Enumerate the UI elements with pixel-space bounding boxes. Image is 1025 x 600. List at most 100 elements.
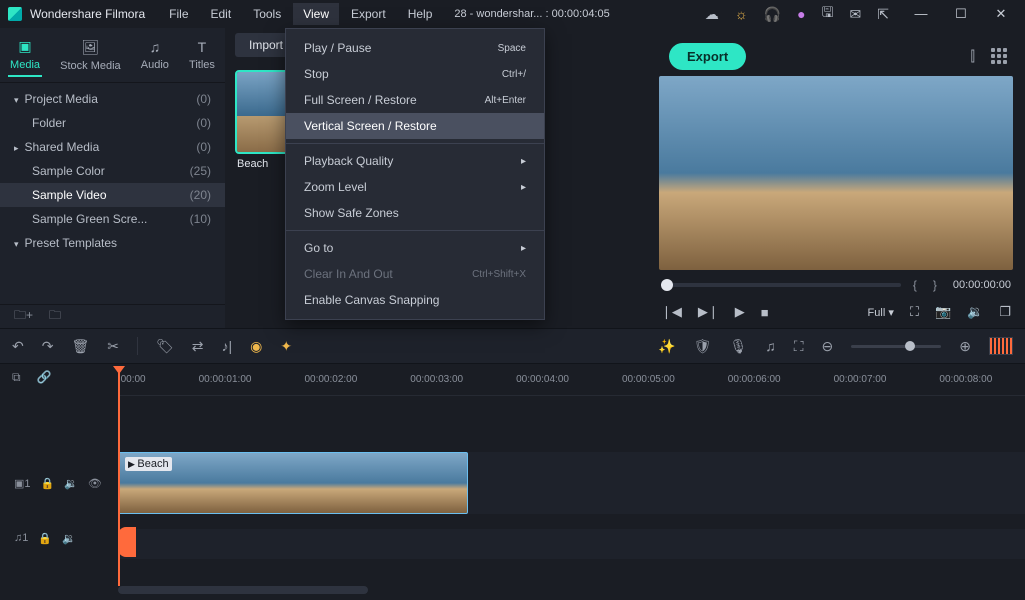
play-start-icon[interactable]: ▶❘	[698, 304, 719, 320]
grid-icon[interactable]	[991, 48, 1007, 64]
menu-item[interactable]: Vertical Screen / Restore	[286, 113, 544, 139]
redo-icon[interactable]: ↷	[42, 338, 54, 355]
ruler-a-icon[interactable]: ⧉	[12, 370, 21, 385]
menu-item[interactable]: Show Safe Zones	[286, 200, 544, 226]
zoom-in-icon[interactable]: ⊕	[959, 338, 971, 355]
preview-viewport[interactable]	[659, 76, 1013, 270]
cloud-icon[interactable]: ☁	[705, 6, 719, 23]
app-name: Wondershare Filmora	[30, 7, 145, 21]
minimize-button[interactable]: —	[905, 6, 937, 22]
video-track-body[interactable]: Beach	[118, 452, 1025, 514]
tree-row[interactable]: Sample Green Scre...(10)	[0, 207, 225, 231]
cut-icon[interactable]: ✂	[107, 338, 119, 355]
menu-item[interactable]: Play / PauseSpace	[286, 35, 544, 61]
filter-icon[interactable]: ⫿	[971, 48, 975, 65]
headset-icon[interactable]: 🎧	[764, 6, 781, 23]
timeline-toolbar: ↶ ↷ 🗑 ✂ 🏷 ⇄ ♪| ◉ ✦ ✨ 🛡 🎙 ♫ ⛶ ⊖ ⊕	[0, 328, 1025, 364]
fullscreen-icon[interactable]: ⛶	[910, 304, 919, 320]
share-icon[interactable]: ⇱	[877, 6, 889, 23]
menu-help[interactable]: Help	[398, 3, 443, 25]
music-icon[interactable]: ♫	[765, 338, 776, 354]
tag-icon[interactable]: 🏷	[156, 338, 174, 355]
quality-selector[interactable]: Full ▾	[868, 306, 894, 319]
eq-icon[interactable]: ♪|	[222, 338, 233, 354]
tree-row[interactable]: ▾Preset Templates	[0, 231, 225, 255]
menu-item[interactable]: Playback Quality▸	[286, 148, 544, 174]
stop-icon[interactable]: ■	[761, 305, 769, 320]
bracket-left[interactable]: {	[913, 278, 921, 292]
playhead[interactable]	[118, 366, 120, 586]
audio-marker[interactable]	[118, 527, 136, 557]
tree-row[interactable]: Sample Video(20)	[0, 183, 225, 207]
library-tabs: ▣Media 🖼Stock Media ♫Audio TTitles	[0, 28, 225, 83]
volume-icon[interactable]: 🔉	[62, 532, 76, 545]
volume-icon[interactable]: 🔉	[967, 304, 983, 320]
tab-audio[interactable]: ♫Audio	[139, 35, 171, 75]
menu-edit[interactable]: Edit	[201, 3, 242, 25]
maximize-button[interactable]: ☐	[945, 6, 977, 22]
bracket-right[interactable]: }	[933, 278, 941, 292]
tree-row[interactable]: Folder(0)	[0, 111, 225, 135]
delete-icon[interactable]: 🗑	[71, 338, 89, 355]
zoom-slider[interactable]	[851, 345, 941, 348]
audio-track-body[interactable]	[118, 529, 1025, 559]
export-button[interactable]: Export	[669, 43, 746, 70]
pip-icon[interactable]: ❐	[999, 304, 1011, 320]
menu-item[interactable]: Go to▸	[286, 235, 544, 261]
tab-titles[interactable]: TTitles	[187, 35, 217, 75]
avatar-icon[interactable]: ●	[797, 6, 805, 22]
play-icon[interactable]: ▶	[735, 304, 745, 320]
adjust-icon[interactable]: ⇄	[192, 338, 204, 355]
record-icon[interactable]: ◉	[250, 338, 262, 355]
new-folder-icon[interactable]: 🗀+	[14, 306, 33, 327]
timeline-scrollbar[interactable]	[118, 586, 368, 594]
music-icon: ♫	[150, 39, 161, 55]
save-icon[interactable]: 🖫	[822, 2, 834, 26]
menu-view[interactable]: View	[293, 3, 339, 25]
clip-label: Beach	[125, 457, 172, 471]
progress-bar[interactable]	[661, 283, 901, 287]
track-label: ♫1	[14, 532, 28, 544]
tree-row[interactable]: ▾Project Media(0)	[0, 87, 225, 111]
ruler-b-icon[interactable]: 🔗	[37, 370, 52, 385]
media-tree: ▾Project Media(0)Folder(0)▸Shared Media(…	[0, 83, 225, 304]
volume-icon[interactable]: 🔉	[64, 477, 78, 490]
video-clip[interactable]: Beach	[118, 452, 468, 514]
zoom-handle[interactable]	[905, 341, 915, 351]
shield-icon[interactable]: 🛡	[694, 338, 712, 355]
undo-icon[interactable]: ↶	[12, 338, 24, 355]
lock-icon[interactable]: 🔒	[41, 477, 55, 490]
menu-item[interactable]: Enable Canvas Snapping	[286, 287, 544, 313]
menu-file[interactable]: File	[159, 3, 198, 25]
browser-panel: Import ▾ Beach Play / PauseSpaceStopCtrl…	[225, 28, 655, 328]
tree-row[interactable]: Sample Color(25)	[0, 159, 225, 183]
library-panel: ▣Media 🖼Stock Media ♫Audio TTitles ▾Proj…	[0, 28, 225, 328]
eye-icon[interactable]: 👁	[88, 477, 102, 490]
menu-export[interactable]: Export	[341, 3, 396, 25]
progress-handle[interactable]	[661, 279, 673, 291]
snapshot-icon[interactable]: 📷	[935, 304, 951, 320]
bulb-icon[interactable]: ☼	[735, 6, 748, 22]
menu-item[interactable]: StopCtrl+/	[286, 61, 544, 87]
tree-row[interactable]: ▸Shared Media(0)	[0, 135, 225, 159]
mic-icon[interactable]: 🎙	[729, 338, 747, 355]
ai-icon[interactable]: ✨	[658, 338, 675, 355]
mail-icon[interactable]: ✉	[850, 6, 862, 23]
menu-item[interactable]: Full Screen / RestoreAlt+Enter	[286, 87, 544, 113]
prev-frame-icon[interactable]: ❘◀	[661, 304, 682, 320]
tab-media[interactable]: ▣Media	[8, 34, 42, 77]
menu-tools[interactable]: Tools	[243, 3, 291, 25]
time-ruler[interactable]: |00:0000:00:01:0000:00:02:0000:00:03:000…	[118, 364, 1025, 396]
project-tab[interactable]: 28 - wondershar... : 00:00:04:05	[454, 8, 609, 20]
markers-icon[interactable]	[989, 337, 1013, 355]
folder-icon[interactable]: 🗀	[49, 306, 61, 327]
menu-item[interactable]: Zoom Level▸	[286, 174, 544, 200]
crop-icon[interactable]: ⛶	[794, 338, 804, 355]
close-button[interactable]: ✕	[985, 6, 1017, 22]
zoom-out-icon[interactable]: ⊖	[822, 338, 834, 355]
tab-stock-media[interactable]: 🖼Stock Media	[58, 35, 123, 76]
effect-icon[interactable]: ✦	[280, 338, 292, 355]
timeline: ⧉ 🔗 |00:0000:00:01:0000:00:02:0000:00:03…	[0, 364, 1025, 598]
lock-icon[interactable]: 🔒	[38, 532, 52, 545]
menu-item: Clear In And OutCtrl+Shift+X	[286, 261, 544, 287]
